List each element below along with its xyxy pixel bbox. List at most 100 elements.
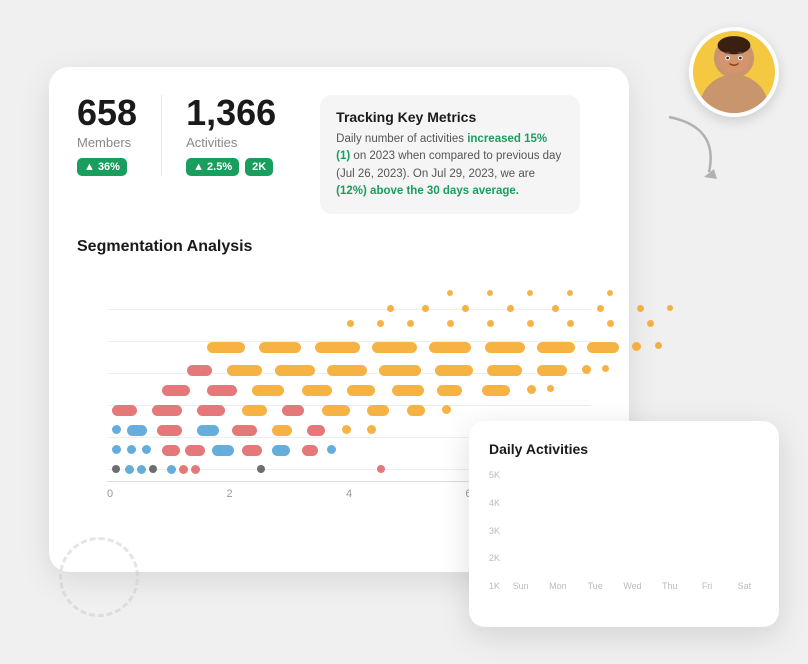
y-label-2k: 2K <box>489 554 500 563</box>
scatter-dot <box>282 405 304 416</box>
tracking-title: Tracking Key Metrics <box>336 109 564 125</box>
scatter-dot <box>482 385 510 396</box>
dashed-circle-decoration <box>59 537 139 617</box>
scatter-dot <box>347 385 375 396</box>
scatter-dot <box>655 342 662 349</box>
scatter-dot <box>197 425 219 436</box>
scatter-dot <box>302 445 318 456</box>
scatter-dot <box>327 365 367 376</box>
activities-label: Activities <box>186 135 276 150</box>
scatter-dot <box>487 290 493 296</box>
members-badge-row: ▲ 36% <box>77 158 137 176</box>
scatter-dot <box>242 445 262 456</box>
scatter-dot <box>232 425 257 436</box>
activities-badge-2k: 2K <box>245 158 273 176</box>
y-label-1k: 1K <box>489 582 500 591</box>
scatter-dot <box>152 405 182 416</box>
members-badge: ▲ 36% <box>77 158 127 176</box>
scatter-dot <box>607 320 614 327</box>
scatter-dot <box>607 290 613 296</box>
scatter-dot <box>667 305 673 311</box>
scatter-dot <box>442 405 451 414</box>
members-metric: 658 Members ▲ 36% <box>77 95 162 176</box>
bar-col-fri: Fri <box>692 577 721 591</box>
scatter-dot <box>582 365 591 374</box>
tracking-box: Tracking Key Metrics Daily number of act… <box>320 95 580 214</box>
scatter-dot <box>242 405 267 416</box>
scatter-dot <box>447 320 454 327</box>
scatter-dot <box>377 320 384 327</box>
activities-badge-row: ▲ 2.5% 2K <box>186 158 276 176</box>
activities-badge: ▲ 2.5% <box>186 158 239 176</box>
scatter-dot <box>407 405 425 416</box>
bar-col-thu: Thu <box>655 577 684 591</box>
bar-chart: Sun Mon Tue Wed Thu Fri Sat <box>506 471 759 591</box>
scatter-dot <box>322 405 350 416</box>
bar-col-sat: Sat <box>730 577 759 591</box>
daily-card: Daily Activities 1K 2K 3K 4K 5K Sun Mon Tu… <box>469 421 779 627</box>
scatter-dot <box>127 445 136 454</box>
scatter-dot <box>377 465 385 473</box>
scatter-dot <box>379 365 421 376</box>
scatter-dot <box>437 385 462 396</box>
scatter-dot <box>407 320 414 327</box>
members-label: Members <box>77 135 137 150</box>
scatter-dot <box>259 342 301 353</box>
bar-col-sun: Sun <box>506 577 535 591</box>
scatter-dot <box>157 425 182 436</box>
scatter-dot <box>367 405 389 416</box>
scatter-dot <box>392 385 424 396</box>
scatter-dot <box>597 305 604 312</box>
scatter-dot <box>185 445 205 456</box>
scatter-dot <box>487 365 522 376</box>
scatter-dot <box>435 365 473 376</box>
scatter-dot <box>422 305 429 312</box>
avatar-image <box>693 27 775 113</box>
daily-title: Daily Activities <box>489 441 759 457</box>
tracking-highlight1: increased 15% (1) <box>336 133 547 162</box>
y-axis: 1K 2K 3K 4K 5K <box>489 471 506 591</box>
scatter-dot <box>179 465 188 474</box>
scatter-dot <box>342 425 351 434</box>
scatter-dot <box>272 425 292 436</box>
scatter-dot <box>527 385 536 394</box>
scatter-dot <box>547 385 554 392</box>
scatter-dot <box>302 385 332 396</box>
scatter-dot <box>537 342 575 353</box>
bar-label-sat: Sat <box>738 581 752 591</box>
y-label-5k: 5K <box>489 471 500 480</box>
scatter-dot <box>112 445 121 454</box>
scatter-dot <box>527 290 533 296</box>
scatter-dot <box>567 320 574 327</box>
segmentation-title: Segmentation Analysis <box>77 238 601 256</box>
scatter-dot <box>462 305 469 312</box>
scatter-dot <box>149 465 157 473</box>
x-label-2: 2 <box>226 488 232 500</box>
scatter-dot <box>127 425 147 436</box>
scatter-dot <box>327 445 336 454</box>
scatter-dot <box>197 405 225 416</box>
scatter-dot <box>252 385 284 396</box>
scatter-dot <box>112 465 120 473</box>
tracking-text: Daily number of activities increased 15%… <box>336 131 564 200</box>
scatter-dot <box>207 342 245 353</box>
scatter-dot <box>272 445 290 456</box>
scatter-dot <box>587 342 619 353</box>
scene: 658 Members ▲ 36% 1,366 Activities ▲ 2.5… <box>29 27 779 637</box>
x-label-0: 0 <box>107 488 113 500</box>
daily-chart-wrapper: 1K 2K 3K 4K 5K Sun Mon Tue Wed Thu Fri Sat <box>489 471 759 611</box>
scatter-dot <box>125 465 134 474</box>
scatter-dot <box>137 465 146 474</box>
bar-label-mon: Mon <box>549 581 567 591</box>
bar-col-tue: Tue <box>581 577 610 591</box>
bar-col-wed: Wed <box>618 577 647 591</box>
scatter-dot <box>507 305 514 312</box>
scatter-dot <box>487 320 494 327</box>
activities-value: 1,366 <box>186 95 276 131</box>
scatter-dot <box>367 425 376 434</box>
metrics-row: 658 Members ▲ 36% 1,366 Activities ▲ 2.5… <box>77 95 601 214</box>
members-value: 658 <box>77 95 137 131</box>
scatter-dot <box>275 365 315 376</box>
scatter-dot <box>372 342 417 353</box>
scatter-dot <box>187 365 212 376</box>
